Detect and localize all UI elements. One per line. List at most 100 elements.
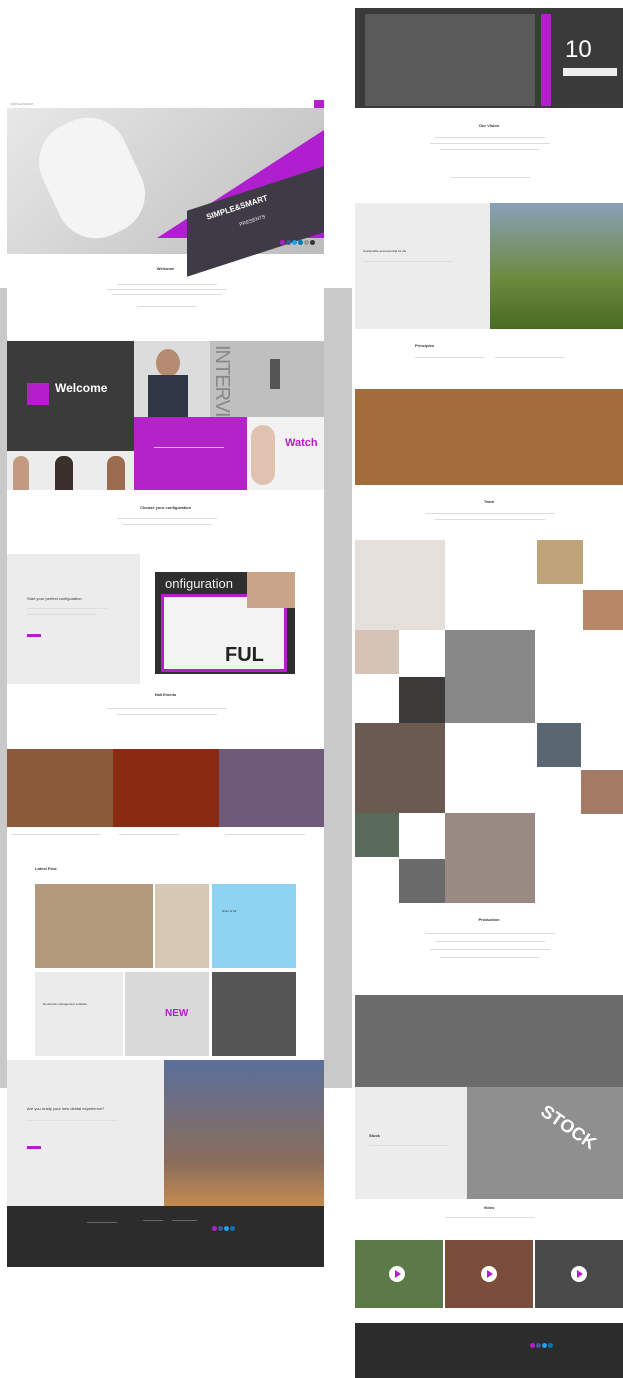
text-line xyxy=(430,143,550,144)
text-line xyxy=(363,261,453,262)
interview-photo xyxy=(134,341,210,417)
team-photo[interactable] xyxy=(445,813,535,903)
post-tile-dark[interactable] xyxy=(212,972,296,1056)
social-icon[interactable] xyxy=(536,1343,541,1348)
text-line xyxy=(450,177,530,178)
footer xyxy=(7,1206,324,1267)
post-tile-sketch[interactable]: NEW xyxy=(125,972,209,1056)
wine-panel-title: Sustainable and essential for life xyxy=(363,249,407,253)
production-heading: Production xyxy=(478,917,500,922)
team-photo[interactable] xyxy=(355,813,399,857)
village-photo xyxy=(490,203,623,329)
config-panel-title: Start your perfect configuration xyxy=(27,596,82,601)
text-line xyxy=(137,306,197,307)
big-number: 10 xyxy=(565,36,592,63)
team-photo[interactable] xyxy=(355,630,399,674)
social-icon[interactable] xyxy=(280,240,285,245)
team-photo[interactable] xyxy=(537,540,583,584)
post-tile-gray[interactable]: Dental lab management software xyxy=(35,972,123,1056)
event-image[interactable] xyxy=(7,749,113,827)
team-photo[interactable] xyxy=(537,723,581,767)
menu-button[interactable] xyxy=(314,100,324,108)
play-icon[interactable] xyxy=(571,1266,587,1282)
social-icon[interactable] xyxy=(230,1226,235,1231)
footer xyxy=(355,1323,623,1378)
post-tile-title: Dental lab management software xyxy=(43,1002,88,1006)
social-icon[interactable] xyxy=(548,1343,553,1348)
team-photo[interactable] xyxy=(581,770,623,814)
interview-tile: INTERVIEW xyxy=(210,341,324,447)
welcome-tile-text: Welcome xyxy=(55,381,108,395)
team-photo[interactable] xyxy=(399,859,445,903)
video-thumb[interactable] xyxy=(535,1240,623,1308)
config-cta-button[interactable] xyxy=(27,634,41,637)
social-icon[interactable] xyxy=(310,240,315,245)
events-heading: Hall Events xyxy=(154,692,177,697)
text-line xyxy=(117,284,217,285)
person-shape xyxy=(55,456,73,490)
config-graphic-word: onfiguration xyxy=(165,576,233,591)
mic-shape xyxy=(270,359,280,389)
stock-photo: STOCK xyxy=(467,1087,623,1199)
text-line xyxy=(435,519,545,520)
footer-social xyxy=(212,1218,236,1236)
text-line xyxy=(225,834,305,835)
event-image[interactable] xyxy=(219,749,324,827)
event-image[interactable] xyxy=(113,749,219,827)
config-graphic: onfiguration FUL xyxy=(155,572,295,674)
person-shape xyxy=(13,456,29,490)
social-icon[interactable] xyxy=(304,240,309,245)
team-photo[interactable] xyxy=(399,677,445,723)
city-photo xyxy=(164,1060,324,1206)
text-line xyxy=(495,357,565,358)
person-shape xyxy=(107,456,125,490)
post-tile-title: Dolor & Sit xyxy=(222,909,237,913)
left-page-preview: SIMPLE&SMART SIMPLE&SMART PRESENTS Welco… xyxy=(7,100,324,1267)
door-image xyxy=(365,14,535,106)
play-icon[interactable] xyxy=(481,1266,497,1282)
social-icon[interactable] xyxy=(212,1226,217,1231)
bottom-panel: Are you ready your new dental experience… xyxy=(7,1060,164,1206)
welcome-tile: Welcome xyxy=(7,341,134,451)
social-icon[interactable] xyxy=(292,240,297,245)
post-image[interactable] xyxy=(155,884,209,968)
text-line xyxy=(415,357,485,358)
social-icon[interactable] xyxy=(218,1226,223,1231)
post-tile-blue[interactable]: Dolor & Sit xyxy=(212,884,296,968)
table-photo xyxy=(355,389,623,485)
social-icon[interactable] xyxy=(298,240,303,245)
stock-text: STOCK xyxy=(537,1100,601,1154)
face-shape xyxy=(156,349,180,377)
play-icon[interactable] xyxy=(389,1266,405,1282)
social-icon[interactable] xyxy=(224,1226,229,1231)
photo xyxy=(247,572,295,608)
team-photo[interactable] xyxy=(445,630,535,723)
top-navbar: SIMPLE&SMART xyxy=(7,100,324,108)
team-photo[interactable] xyxy=(583,590,623,630)
video-thumb[interactable] xyxy=(355,1240,443,1308)
social-icon[interactable] xyxy=(542,1343,547,1348)
welcome-square xyxy=(27,383,49,405)
social-icon[interactable] xyxy=(286,240,291,245)
right-page-preview: 10 Our Vision Sustainable and essential … xyxy=(355,5,623,1378)
social-icon[interactable] xyxy=(530,1343,535,1348)
number-caption xyxy=(563,68,617,76)
text-line xyxy=(117,518,217,519)
post-image[interactable] xyxy=(35,884,153,968)
text-line xyxy=(369,1145,449,1146)
config-graphic-word2: FUL xyxy=(225,644,264,666)
logo[interactable]: SIMPLE&SMART xyxy=(10,102,33,106)
text-line xyxy=(445,1217,535,1218)
welcome-heading: Welcome xyxy=(156,266,175,271)
watch-text: Watch xyxy=(285,437,318,449)
accent-bar xyxy=(541,14,551,106)
team-photo[interactable] xyxy=(355,723,445,813)
top-banner: 10 xyxy=(355,8,623,108)
team-photo[interactable] xyxy=(355,540,445,630)
vision-heading: Our Vision xyxy=(478,123,500,128)
bottom-cta-button[interactable] xyxy=(27,1146,41,1149)
footer-text xyxy=(143,1220,163,1221)
text-line xyxy=(122,524,212,525)
footer-text xyxy=(87,1222,117,1223)
video-thumb[interactable] xyxy=(445,1240,533,1308)
